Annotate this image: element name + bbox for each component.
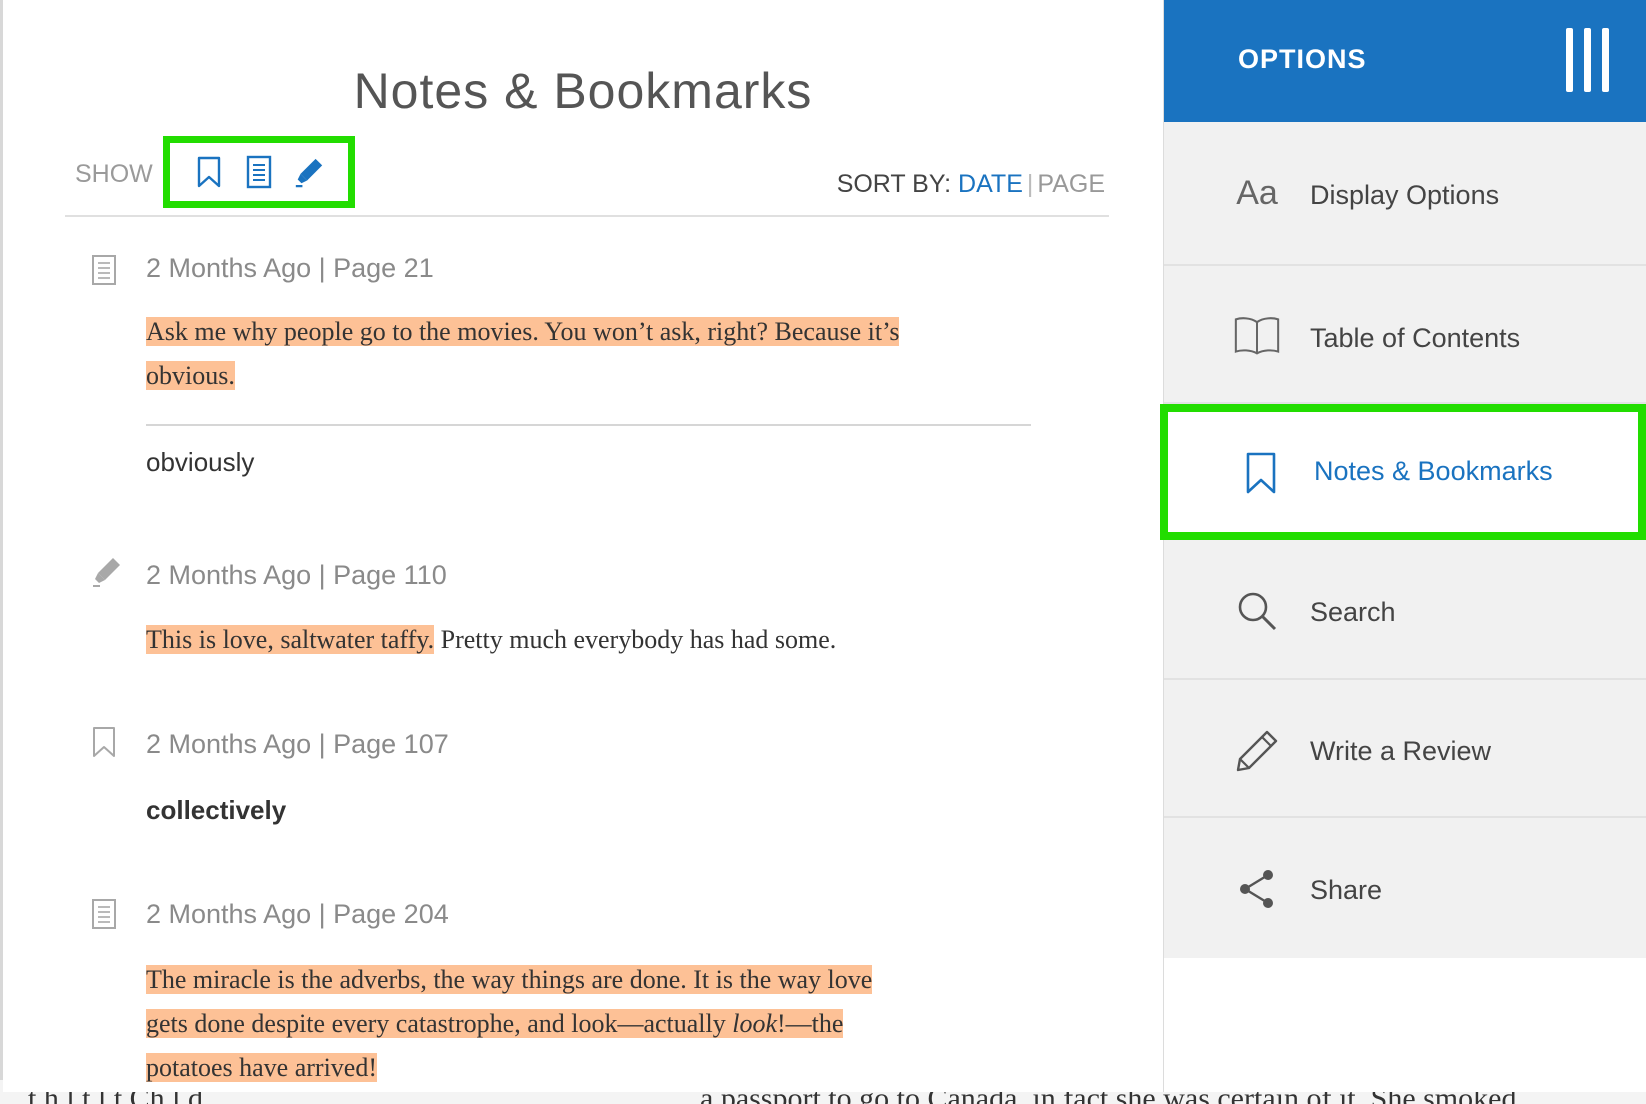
sort-option-date[interactable]: DATE [958,170,1023,198]
sort-control: SORT BY: DATE | PAGE [837,170,1105,199]
quote-rest: Pretty much everybody has had some. [434,625,837,654]
sort-option-page[interactable]: PAGE [1037,170,1105,198]
quote-line: Ask me why people go to the movies. You … [146,317,900,346]
notes-panel: Notes & Bookmarks SHOW SORT BY: DATE | PAG… [3,0,1164,1092]
page-title: Notes & Bookmarks [353,63,813,119]
menu-item-label: Display Options [1310,180,1500,210]
note-icon[interactable] [243,154,275,190]
filter-toolbar [163,136,355,208]
menu-item-notes-bookmarks[interactable]: Notes & Bookmarks [1160,404,1646,540]
menu-item-label: Share [1310,875,1383,905]
menu-item-label: Search [1310,597,1396,627]
quote-line: The miracle is the adverbs, the way thin… [146,965,873,994]
entry-note[interactable]: collectively [146,795,286,826]
header-divider [65,215,1109,217]
quote-highlight: This is love, saltwater taffy. [146,625,435,654]
share-icon [1234,866,1280,912]
book-icon [1234,312,1280,358]
bookmark-icon [1238,450,1284,496]
quote-line: gets done despite every catastrophe, and… [146,1009,733,1038]
entry-meta: 2 Months Ago | Page 107 [146,729,449,759]
highlighter-icon [91,556,121,592]
options-title: OPTIONS [1238,44,1367,74]
entry-quote[interactable]: Ask me why people go to the movies. You … [146,310,1066,398]
menu-item-label: Notes & Bookmarks [1314,456,1553,486]
bookmark-icon[interactable] [193,154,225,190]
note-icon [91,898,121,934]
entry-note: obviously [146,447,255,477]
bookmark-icon [91,726,121,762]
entry-meta: 2 Months Ago | Page 110 [146,560,447,590]
quote-emphasis: look [732,1009,778,1038]
sort-label: SORT BY: [836,170,952,198]
quote-line: obvious. [146,361,235,390]
entry-meta: 2 Months Ago | Page 21 [146,253,434,283]
options-header: OPTIONS [1164,0,1646,122]
menu-item-share[interactable]: Share [1164,818,1646,958]
note-icon [91,254,121,290]
search-icon [1234,588,1280,634]
sort-separator: | [1026,170,1034,198]
pencil-icon [1234,728,1280,774]
quote-line-end: !—the [777,1009,844,1038]
menu-item-search[interactable]: Search [1164,540,1646,680]
quote-line: potatoes have arrived! [146,1053,378,1082]
menu-item-display-options[interactable]: Aa Display Options [1164,122,1646,266]
menu-item-write-review[interactable]: Write a Review [1164,680,1646,818]
show-label: SHOW [75,160,153,188]
menu-item-table-of-contents[interactable]: Table of Contents [1164,266,1646,404]
menu-item-label: Write a Review [1310,736,1492,766]
entry-meta: 2 Months Ago | Page 204 [146,899,449,929]
menu-toggle-icon[interactable] [1566,28,1610,92]
entry-quote[interactable]: This is love, saltwater taffy. Pretty mu… [146,618,1066,662]
menu-item-label: Table of Contents [1310,323,1521,353]
highlighter-icon[interactable] [293,154,325,190]
note-divider [146,424,1031,426]
options-sidebar: OPTIONS Aa Display Options Table of Cont… [1160,0,1646,1092]
font-size-icon: Aa [1236,173,1278,212]
entry-quote[interactable]: The miracle is the adverbs, the way thin… [146,958,1066,1090]
